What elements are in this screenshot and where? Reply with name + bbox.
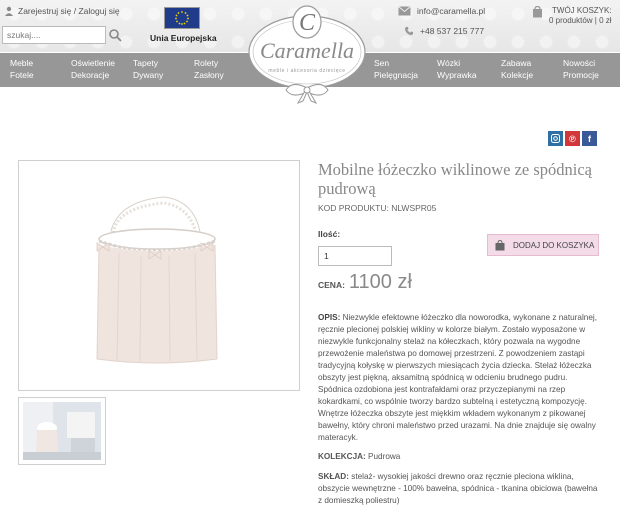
login-text[interactable]: Zarejestruj się / Zaloguj się bbox=[18, 6, 120, 16]
nav-item-tapety[interactable]: Tapety Dywany bbox=[133, 57, 163, 81]
facebook-icon[interactable]: f bbox=[582, 131, 597, 146]
nav-item-wozki[interactable]: Wózki Wyprawka bbox=[437, 57, 477, 81]
logo-letter: C bbox=[299, 10, 316, 36]
nav-item-nowosci[interactable]: Nowości Promocje bbox=[563, 57, 599, 81]
price-row: CENA: 1100 zł bbox=[318, 271, 412, 294]
composition-label: SKŁAD: bbox=[318, 472, 349, 481]
nav-item-zabawa[interactable]: Zabawa Kolekcje bbox=[501, 57, 533, 81]
cart-title: TWÓJ KOSZYK: bbox=[552, 6, 612, 15]
product-description: OPIS: Niezwykle efektowne łóżeczko dla n… bbox=[318, 312, 602, 444]
nav-item-oswietlenie[interactable]: Oświetlenie Dekoracje bbox=[71, 57, 115, 81]
nav-item-meble[interactable]: Meble Fotele bbox=[10, 57, 34, 81]
product-title: Mobilne łóżeczko wiklinowe ze spódnicą p… bbox=[318, 160, 592, 198]
email-text[interactable]: info@caramella.pl bbox=[417, 6, 485, 16]
logo-tagline: meble i akcesoria dziecięce bbox=[268, 68, 345, 74]
product-thumbnail[interactable] bbox=[18, 397, 106, 465]
bow-icon bbox=[285, 84, 329, 104]
product-code: KOD PRODUKTU: NLWSPR05 bbox=[318, 203, 437, 213]
eu-flag-icon bbox=[164, 7, 200, 29]
cart-count: 0 produktów | 0 zł bbox=[549, 16, 612, 25]
mail-icon bbox=[398, 6, 411, 16]
phone-icon bbox=[404, 27, 413, 36]
login-link[interactable]: Zarejestruj się / Zaloguj się bbox=[4, 6, 120, 16]
pinterest-icon[interactable]: ℗ bbox=[565, 131, 580, 146]
caramella-logo[interactable]: C Caramella meble i akcesoria dziecięce bbox=[236, 0, 378, 104]
price-label: CENA: bbox=[318, 280, 345, 290]
user-icon bbox=[5, 6, 13, 16]
collection-value[interactable]: Pudrowa bbox=[368, 452, 400, 461]
phone-text[interactable]: +48 537 215 777 bbox=[420, 26, 484, 36]
logo-brand: Caramella bbox=[260, 38, 354, 63]
bag-icon bbox=[495, 239, 505, 250]
nav-item-rolety[interactable]: Rolety Zasłony bbox=[194, 57, 224, 81]
instagram-icon[interactable] bbox=[548, 131, 563, 146]
product-collection: KOLEKCJA: Pudrowa bbox=[318, 452, 400, 461]
quantity-label: Ilość: bbox=[318, 229, 341, 239]
add-to-cart-button[interactable]: DODAJ DO KOSZYKA bbox=[487, 234, 599, 256]
social-icons: ℗ f bbox=[548, 131, 597, 146]
description-label: OPIS: bbox=[318, 313, 341, 322]
search-icon[interactable] bbox=[108, 28, 122, 42]
cart-summary[interactable]: TWÓJ KOSZYK: 0 produktów | 0 zł bbox=[532, 6, 612, 26]
contact-phone[interactable]: +48 537 215 777 bbox=[404, 26, 484, 36]
eu-label: Unia Europejska bbox=[150, 33, 217, 43]
search-input[interactable]: szukaj.... bbox=[2, 26, 106, 44]
description-text: Niezwykle efektowne łóżeczko dla noworod… bbox=[318, 313, 597, 442]
collection-label: KOLEKCJA: bbox=[318, 452, 366, 461]
nav-item-sen[interactable]: Sen Pielęgnacja bbox=[374, 57, 418, 81]
quantity-input[interactable]: 1 bbox=[318, 246, 392, 266]
composition-text: stelaż- wysokiej jakości drewno oraz ręc… bbox=[318, 472, 598, 505]
cart-icon bbox=[533, 6, 542, 18]
product-composition: SKŁAD: stelaż- wysokiej jakości drewno o… bbox=[318, 471, 602, 507]
product-main-image[interactable] bbox=[18, 160, 300, 391]
contact-email[interactable]: info@caramella.pl bbox=[398, 6, 485, 16]
add-to-cart-label: DODAJ DO KOSZYKA bbox=[513, 240, 595, 250]
price-value: 1100 zł bbox=[348, 271, 412, 293]
